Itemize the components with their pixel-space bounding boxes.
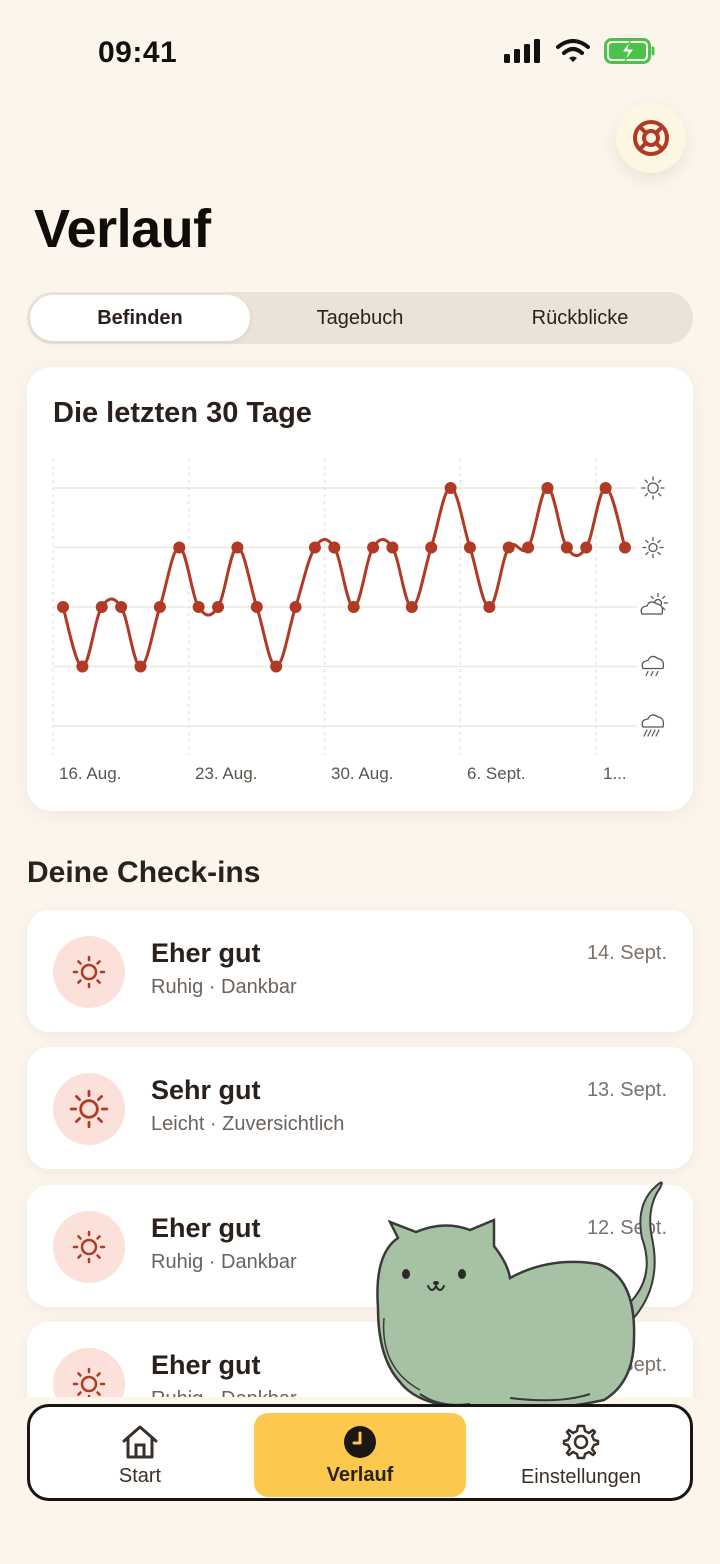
partly-cloudy-icon	[640, 592, 669, 615]
mood-data-point	[308, 541, 321, 554]
checkin-date: 14. Sept.	[586, 942, 667, 964]
tab-rueckblicke[interactable]: Rückblicke	[470, 295, 690, 341]
mood-data-point	[367, 541, 380, 554]
checkin-title: Eher gut	[151, 1350, 261, 1380]
bottom-tab-bar: Start Verlauf Einstellungen	[27, 1404, 693, 1501]
checkin-item[interactable]: Eher gut Ruhig · Dankbar 14. Sept.	[27, 910, 693, 1032]
mood-data-point	[425, 541, 438, 554]
mood-data-point	[619, 541, 631, 554]
rain-light-icon	[641, 655, 665, 677]
mood-data-point	[57, 601, 69, 613]
mood-data-point	[347, 601, 360, 613]
gear-icon	[562, 1424, 600, 1460]
mood-data-point	[599, 482, 612, 494]
sun-bright-icon	[641, 476, 665, 500]
wifi-icon	[556, 39, 590, 62]
mood-data-point	[231, 541, 244, 554]
mood-data-point	[250, 601, 263, 613]
clock-icon	[344, 1426, 376, 1458]
mood-data-point	[328, 541, 341, 554]
mood-data-point	[134, 660, 147, 673]
cellular-signal-icon	[504, 39, 540, 63]
sun-icon	[53, 1211, 125, 1283]
tab-tagebuch[interactable]: Tagebuch	[250, 295, 470, 341]
checkin-subtitle: Ruhig · Dankbar	[151, 1251, 297, 1273]
mood-data-point	[173, 541, 186, 554]
mood-data-point	[580, 541, 593, 554]
mood-data-point	[560, 541, 573, 554]
lifebuoy-icon	[633, 120, 669, 156]
x-tick-label: 16. Aug.	[59, 764, 121, 783]
status-time: 09:41	[98, 36, 178, 69]
mood-data-point	[115, 601, 128, 613]
battery-charging-icon	[604, 38, 655, 64]
tab-start[interactable]: Start	[40, 1413, 240, 1497]
mood-data-point	[289, 601, 302, 613]
tab-einstellungen[interactable]: Einstellungen	[478, 1413, 684, 1497]
status-bar: 09:41	[0, 0, 720, 100]
mood-data-point	[444, 482, 457, 494]
mood-chart-card: Die letzten 30 Tage 16. Aug. 23. Aug. 30. …	[27, 367, 693, 811]
sun-icon	[53, 936, 125, 1008]
mood-data-point	[270, 660, 283, 673]
mood-series-line	[61, 486, 627, 668]
rain-heavy-icon	[641, 714, 665, 737]
x-tick-label: 6. Sept.	[467, 764, 526, 783]
checkin-subtitle: Leicht · Zuversichtlich	[151, 1113, 345, 1135]
mood-data-point	[76, 660, 89, 673]
tab-start-label: Start	[118, 1465, 162, 1487]
tab-verlauf[interactable]: Verlauf	[254, 1413, 466, 1497]
sun-icon	[53, 1348, 125, 1397]
checkin-item[interactable]: Sehr gut Leicht · Zuversichtlich 13. Sep…	[27, 1047, 693, 1169]
mood-data-point	[212, 601, 225, 613]
x-tick-label: 30. Aug.	[331, 764, 393, 783]
mood-data-point	[541, 482, 554, 494]
x-tick-label: 23. Aug.	[195, 764, 257, 783]
checkin-subtitle: Ruhig · Dankbar	[151, 1388, 297, 1397]
mood-chart: 16. Aug. 23. Aug. 30. Aug. 6. Sept. 1...	[52, 459, 669, 783]
mood-data-point	[483, 601, 496, 613]
tab-befinden[interactable]: Befinden	[30, 295, 250, 341]
sun-small-icon	[642, 536, 664, 559]
mood-data-point	[153, 601, 166, 613]
mood-data-point	[405, 601, 418, 613]
checkin-subtitle: Ruhig · Dankbar	[151, 976, 297, 998]
cat-mascot-illustration	[376, 1181, 663, 1412]
checkins-section-title: Deine Check-ins	[27, 856, 261, 889]
tab-verlauf-label: Verlauf	[326, 1464, 394, 1486]
checkin-date: 13. Sept.	[586, 1079, 667, 1101]
checkin-title: Eher gut	[151, 938, 261, 968]
checkin-title: Sehr gut	[151, 1075, 261, 1105]
mood-data-point	[95, 601, 108, 613]
home-icon	[122, 1425, 158, 1459]
page-title: Verlauf	[34, 199, 211, 259]
mood-data-point	[502, 541, 515, 554]
tab-einstellungen-label: Einstellungen	[520, 1466, 642, 1488]
mood-data-point	[386, 541, 399, 554]
mood-data-point	[463, 541, 476, 554]
help-button[interactable]	[616, 103, 686, 173]
segmented-control: Befinden Tagebuch Rückblicke	[27, 292, 693, 344]
status-icons	[504, 38, 656, 64]
mood-data-point	[192, 601, 205, 613]
mood-data-point	[522, 541, 535, 554]
sun-icon	[53, 1073, 125, 1145]
x-tick-label: 1...	[603, 764, 627, 783]
checkin-title: Eher gut	[151, 1213, 261, 1243]
